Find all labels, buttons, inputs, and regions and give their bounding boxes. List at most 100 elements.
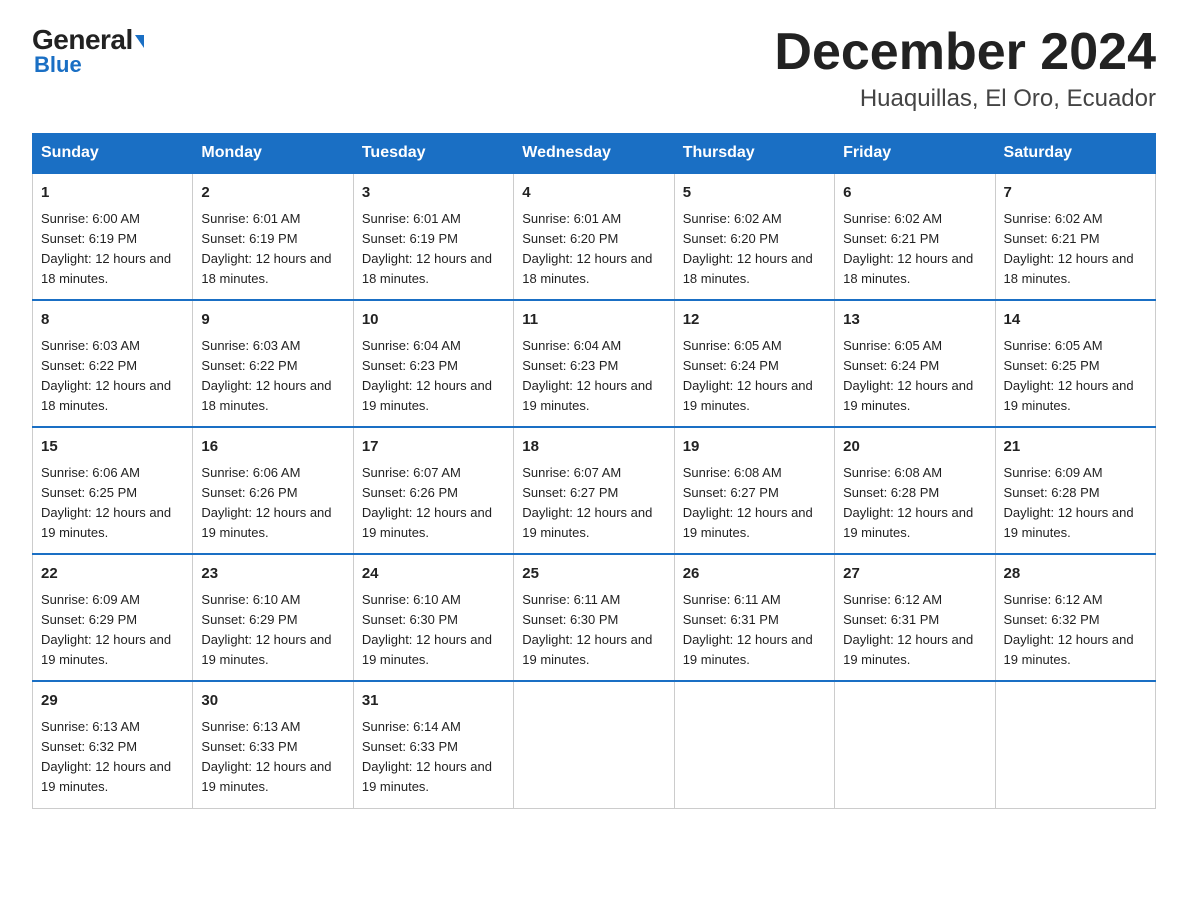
day-info: Sunrise: 6:10 AMSunset: 6:30 PMDaylight:… <box>362 590 505 671</box>
calendar-cell: 18 Sunrise: 6:07 AMSunset: 6:27 PMDayligh… <box>514 427 674 554</box>
calendar-cell <box>514 681 674 808</box>
calendar-cell: 30Sunrise: 6:13 AMSunset: 6:33 PMDayligh… <box>193 681 353 808</box>
day-number: 14 <box>1004 309 1147 332</box>
calendar-cell: 29 Sunrise: 6:13 AMSunset: 6:32 PMDayligh… <box>33 681 193 808</box>
day-info: Sunrise: 6:00 AMSunset: 6:19 PMDaylight:… <box>41 209 184 290</box>
day-number: 2 <box>201 182 344 205</box>
day-number: 20 <box>843 436 986 459</box>
calendar-cell: 25Sunrise: 6:11 AMSunset: 6:30 PMDayligh… <box>514 554 674 681</box>
day-info: Sunrise: 6:05 AMSunset: 6:24 PMDaylight:… <box>683 336 826 417</box>
day-number: 3 <box>362 182 505 205</box>
day-number: 8 <box>41 309 184 332</box>
day-number: 13 <box>843 309 986 332</box>
calendar-cell: 3 Sunrise: 6:01 AMSunset: 6:19 PMDaylight… <box>353 173 513 300</box>
calendar-cell: 11Sunrise: 6:04 AMSunset: 6:23 PMDayligh… <box>514 300 674 427</box>
day-number: 25 <box>522 563 665 586</box>
day-info: Sunrise: 6:05 AMSunset: 6:24 PMDaylight:… <box>843 336 986 417</box>
calendar-cell: 17Sunrise: 6:07 AMSunset: 6:26 PMDayligh… <box>353 427 513 554</box>
calendar-cell: 10 Sunrise: 6:04 AMSunset: 6:23 PMDayligh… <box>353 300 513 427</box>
day-number: 18 <box>522 436 665 459</box>
calendar-week-row: 1 Sunrise: 6:00 AMSunset: 6:19 PMDaylight… <box>33 173 1156 300</box>
calendar-cell: 12 Sunrise: 6:05 AMSunset: 6:24 PMDayligh… <box>674 300 834 427</box>
calendar-week-row: 15 Sunrise: 6:06 AMSunset: 6:25 PMDayligh… <box>33 427 1156 554</box>
day-number: 10 <box>362 309 505 332</box>
calendar-cell: 22 Sunrise: 6:09 AMSunset: 6:29 PMDayligh… <box>33 554 193 681</box>
day-info: Sunrise: 6:04 AMSunset: 6:23 PMDaylight:… <box>522 336 665 417</box>
day-info: Sunrise: 6:06 AMSunset: 6:26 PMDaylight:… <box>201 463 344 544</box>
day-number: 7 <box>1004 182 1147 205</box>
calendar-cell: 31Sunrise: 6:14 AMSunset: 6:33 PMDayligh… <box>353 681 513 808</box>
calendar-cell: 19 Sunrise: 6:08 AMSunset: 6:27 PMDayligh… <box>674 427 834 554</box>
day-info: Sunrise: 6:06 AMSunset: 6:25 PMDaylight:… <box>41 463 184 544</box>
day-info: Sunrise: 6:09 AMSunset: 6:29 PMDaylight:… <box>41 590 184 671</box>
day-number: 9 <box>201 309 344 332</box>
weekday-header-sunday: Sunday <box>33 134 193 174</box>
weekday-header-friday: Friday <box>835 134 995 174</box>
logo-blue: Blue <box>34 52 82 78</box>
day-number: 21 <box>1004 436 1147 459</box>
weekday-header-thursday: Thursday <box>674 134 834 174</box>
day-number: 17 <box>362 436 505 459</box>
logo: General Blue <box>32 24 144 78</box>
day-number: 27 <box>843 563 986 586</box>
day-info: Sunrise: 6:13 AMSunset: 6:32 PMDaylight:… <box>41 717 184 798</box>
calendar-cell: 20 Sunrise: 6:08 AMSunset: 6:28 PMDayligh… <box>835 427 995 554</box>
day-info: Sunrise: 6:10 AMSunset: 6:29 PMDaylight:… <box>201 590 344 671</box>
calendar-week-row: 29 Sunrise: 6:13 AMSunset: 6:32 PMDayligh… <box>33 681 1156 808</box>
calendar-cell <box>835 681 995 808</box>
day-number: 16 <box>201 436 344 459</box>
day-number: 4 <box>522 182 665 205</box>
day-info: Sunrise: 6:02 AMSunset: 6:21 PMDaylight:… <box>843 209 986 290</box>
day-info: Sunrise: 6:01 AMSunset: 6:19 PMDaylight:… <box>201 209 344 290</box>
day-number: 22 <box>41 563 184 586</box>
title-block: December 2024 Huaquillas, El Oro, Ecuado… <box>774 24 1156 113</box>
calendar-cell: 15 Sunrise: 6:06 AMSunset: 6:25 PMDayligh… <box>33 427 193 554</box>
day-number: 12 <box>683 309 826 332</box>
day-number: 19 <box>683 436 826 459</box>
day-number: 29 <box>41 690 184 713</box>
calendar-table: SundayMondayTuesdayWednesdayThursdayFrid… <box>32 133 1156 808</box>
day-info: Sunrise: 6:01 AMSunset: 6:19 PMDaylight:… <box>362 209 505 290</box>
day-number: 5 <box>683 182 826 205</box>
day-info: Sunrise: 6:08 AMSunset: 6:27 PMDaylight:… <box>683 463 826 544</box>
weekday-header-saturday: Saturday <box>995 134 1155 174</box>
calendar-cell <box>674 681 834 808</box>
calendar-cell: 4 Sunrise: 6:01 AMSunset: 6:20 PMDaylight… <box>514 173 674 300</box>
calendar-cell: 14 Sunrise: 6:05 AMSunset: 6:25 PMDayligh… <box>995 300 1155 427</box>
page-header: General Blue December 2024 Huaquillas, E… <box>32 24 1156 113</box>
page-title: December 2024 <box>774 24 1156 81</box>
calendar-cell: 6 Sunrise: 6:02 AMSunset: 6:21 PMDaylight… <box>835 173 995 300</box>
calendar-cell <box>995 681 1155 808</box>
day-number: 28 <box>1004 563 1147 586</box>
calendar-cell: 28 Sunrise: 6:12 AMSunset: 6:32 PMDayligh… <box>995 554 1155 681</box>
calendar-cell: 26Sunrise: 6:11 AMSunset: 6:31 PMDayligh… <box>674 554 834 681</box>
calendar-week-row: 22 Sunrise: 6:09 AMSunset: 6:29 PMDayligh… <box>33 554 1156 681</box>
calendar-cell: 24Sunrise: 6:10 AMSunset: 6:30 PMDayligh… <box>353 554 513 681</box>
calendar-cell: 7 Sunrise: 6:02 AMSunset: 6:21 PMDaylight… <box>995 173 1155 300</box>
day-info: Sunrise: 6:03 AMSunset: 6:22 PMDaylight:… <box>41 336 184 417</box>
day-number: 30 <box>201 690 344 713</box>
day-info: Sunrise: 6:04 AMSunset: 6:23 PMDaylight:… <box>362 336 505 417</box>
calendar-cell: 9 Sunrise: 6:03 AMSunset: 6:22 PMDaylight… <box>193 300 353 427</box>
weekday-header-wednesday: Wednesday <box>514 134 674 174</box>
day-number: 1 <box>41 182 184 205</box>
day-number: 6 <box>843 182 986 205</box>
day-info: Sunrise: 6:01 AMSunset: 6:20 PMDaylight:… <box>522 209 665 290</box>
day-number: 15 <box>41 436 184 459</box>
day-info: Sunrise: 6:05 AMSunset: 6:25 PMDaylight:… <box>1004 336 1147 417</box>
calendar-cell: 5Sunrise: 6:02 AMSunset: 6:20 PMDaylight… <box>674 173 834 300</box>
day-info: Sunrise: 6:03 AMSunset: 6:22 PMDaylight:… <box>201 336 344 417</box>
calendar-header-row: SundayMondayTuesdayWednesdayThursdayFrid… <box>33 134 1156 174</box>
weekday-header-monday: Monday <box>193 134 353 174</box>
day-number: 26 <box>683 563 826 586</box>
day-info: Sunrise: 6:08 AMSunset: 6:28 PMDaylight:… <box>843 463 986 544</box>
calendar-cell: 1 Sunrise: 6:00 AMSunset: 6:19 PMDaylight… <box>33 173 193 300</box>
day-number: 23 <box>201 563 344 586</box>
calendar-week-row: 8 Sunrise: 6:03 AMSunset: 6:22 PMDaylight… <box>33 300 1156 427</box>
day-info: Sunrise: 6:07 AMSunset: 6:27 PMDaylight:… <box>522 463 665 544</box>
weekday-header-tuesday: Tuesday <box>353 134 513 174</box>
calendar-cell: 16 Sunrise: 6:06 AMSunset: 6:26 PMDayligh… <box>193 427 353 554</box>
day-info: Sunrise: 6:02 AMSunset: 6:21 PMDaylight:… <box>1004 209 1147 290</box>
page-subtitle: Huaquillas, El Oro, Ecuador <box>774 85 1156 113</box>
day-info: Sunrise: 6:12 AMSunset: 6:32 PMDaylight:… <box>1004 590 1147 671</box>
